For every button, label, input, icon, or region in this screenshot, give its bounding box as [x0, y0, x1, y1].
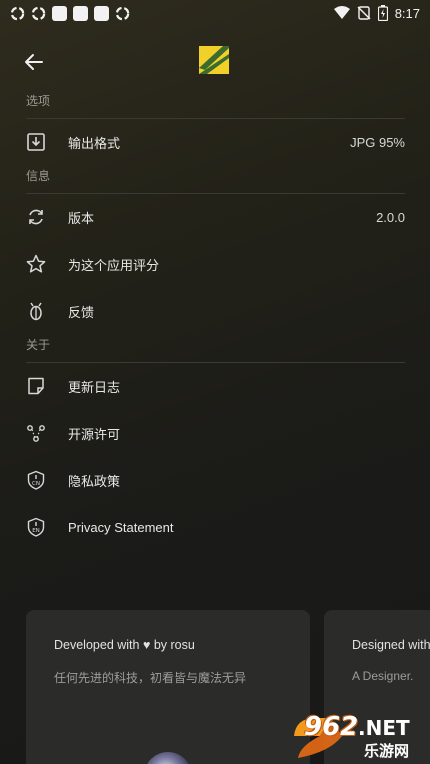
note-icon — [26, 376, 46, 396]
card-title: Developed with ♥ by rosu — [54, 638, 195, 652]
watermark-logo: 962 .NET 乐游网 — [290, 706, 430, 764]
watermark-sub: 乐游网 — [364, 743, 410, 760]
row-label: Privacy Statement — [68, 519, 174, 535]
developer-card: Developed with ♥ by rosu 任何先进的科技，初看皆与魔法无… — [26, 610, 310, 764]
shield-en-icon: EN — [26, 517, 46, 537]
row-label: 反馈 — [68, 304, 95, 320]
app-logo-icon — [199, 46, 229, 74]
status-bar: 8:17 — [0, 0, 430, 26]
row-value: 2.0.0 — [376, 209, 405, 225]
bug-icon — [26, 301, 46, 321]
star-icon — [26, 254, 46, 274]
card-subtitle: 任何先进的科技，初看皆与魔法无异 — [54, 671, 247, 685]
row-feedback[interactable]: 反馈 — [0, 291, 430, 331]
arrow-left-icon — [25, 54, 43, 70]
sync-icon — [31, 6, 46, 20]
sync-icon — [10, 6, 25, 20]
status-time: 8:17 — [394, 5, 420, 21]
row-label: 为这个应用评分 — [68, 257, 160, 273]
row-privacy-statement[interactable]: EN Privacy Statement — [0, 507, 430, 547]
row-value: JPG 95% — [350, 134, 405, 150]
app-notification-icon — [52, 5, 67, 21]
watermark-brand: 962 — [304, 712, 359, 742]
no-sim-icon — [357, 6, 371, 20]
watermark-suffix: .NET — [358, 716, 410, 740]
wifi-icon — [333, 6, 350, 19]
divider — [26, 118, 405, 119]
row-label: 版本 — [68, 210, 95, 226]
divider — [26, 193, 405, 194]
section-label-options: 选项 — [26, 94, 51, 108]
app-notification-icon — [73, 5, 88, 21]
row-output-format[interactable]: 输出格式 JPG 95% — [0, 122, 430, 162]
battery-icon — [377, 5, 388, 21]
section-label-about: 关于 — [26, 338, 51, 352]
row-changelog[interactable]: 更新日志 — [0, 366, 430, 406]
toolbar — [0, 44, 430, 80]
sync-icon — [115, 6, 130, 20]
row-label: 隐私政策 — [68, 473, 121, 489]
download-box-icon — [26, 132, 46, 152]
nodes-icon — [26, 423, 46, 443]
section-label-info: 信息 — [26, 169, 51, 183]
avatar — [144, 752, 192, 764]
divider — [26, 362, 405, 363]
refresh-icon — [26, 207, 46, 227]
row-label: 输出格式 — [68, 135, 121, 151]
row-rate-app[interactable]: 为这个应用评分 — [0, 244, 430, 284]
card-title: Designed with — [352, 638, 430, 652]
svg-text:EN: EN — [32, 528, 40, 534]
row-label: 更新日志 — [68, 379, 121, 395]
back-button[interactable] — [22, 50, 50, 74]
row-label: 开源许可 — [68, 426, 121, 442]
status-left-icons — [10, 5, 130, 21]
svg-text:CN: CN — [32, 481, 40, 487]
shield-cn-icon: CN — [26, 470, 46, 490]
row-version[interactable]: 版本 2.0.0 — [0, 197, 430, 237]
row-privacy-policy[interactable]: CN 隐私政策 — [0, 460, 430, 500]
status-right-icons: 8:17 — [333, 5, 420, 21]
row-open-source[interactable]: 开源许可 — [0, 413, 430, 453]
card-subtitle: A Designer. — [352, 669, 414, 683]
app-notification-icon — [94, 5, 109, 21]
